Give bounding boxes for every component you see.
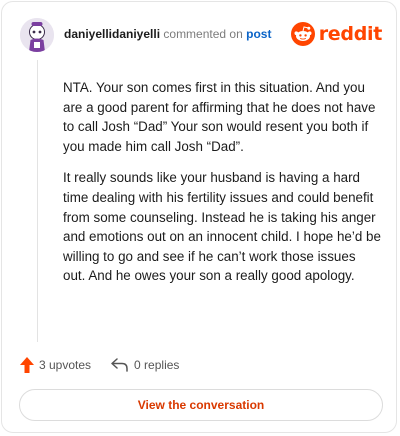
view-conversation-button[interactable]: View the conversation [19,389,383,421]
action-text: commented on [163,27,243,41]
comment-actions: 3 upvotes 0 replies [20,354,179,376]
comment-header: daniyellidaniyelli commented on post red… [20,18,382,54]
reddit-snoo-icon [290,22,315,46]
thread-line [37,60,38,342]
upvote-count: 3 upvotes [39,358,92,372]
reply-arrow-icon [111,358,128,372]
replies-button[interactable]: 0 replies [111,358,179,372]
upvote-arrow-icon [20,357,34,373]
header-text: daniyellidaniyelli commented on post [64,27,271,41]
post-link[interactable]: post [246,27,271,41]
comment-body: NTA. Your son comes first in this situat… [63,78,381,298]
snoo-avatar-icon [20,18,54,52]
comment-paragraph: It really sounds like your husband is ha… [63,170,381,284]
username-link[interactable]: daniyellidaniyelli [64,27,160,41]
comment-embed-card: daniyellidaniyelli commented on post red… [1,1,397,433]
reddit-logo[interactable]: reddit [290,20,383,48]
comment-paragraph: NTA. Your son comes first in this situat… [63,80,376,154]
user-avatar[interactable] [20,18,54,52]
upvote-button[interactable]: 3 upvotes [20,357,91,373]
reply-count: 0 replies [134,358,180,372]
reddit-wordmark: reddit [318,23,383,45]
